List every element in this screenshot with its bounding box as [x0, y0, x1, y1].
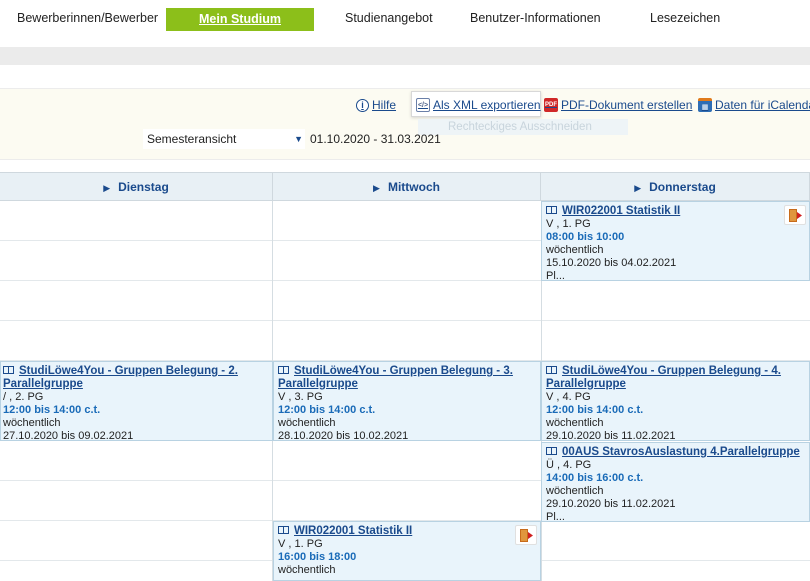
event-daterange: 15.10.2020 bis 04.02.2021 [546, 257, 677, 269]
caret-right-icon: ▶ [103, 183, 111, 193]
event-daterange: 28.10.2020 bis 10.02.2021 [278, 430, 409, 441]
book-icon [546, 365, 557, 374]
event-time: 16:00 bis 18:00 [278, 551, 357, 563]
book-icon [546, 205, 557, 214]
top-navigation: Bewerberinnen/Bewerber Mein Studium Stud… [0, 0, 810, 38]
nav-course-catalog[interactable]: Studienangebot [345, 11, 433, 25]
event-frequency: wöchentlich [3, 417, 61, 429]
help-link[interactable]: i Hilfe [356, 98, 396, 112]
day-header-wednesday[interactable]: ▶ Mittwoch [273, 172, 541, 201]
event-daterange: 27.10.2020 bis 09.02.2021 [3, 430, 134, 441]
event-type: V , 3. PG [278, 391, 323, 403]
event-frequency: wöchentlich [546, 417, 604, 429]
day-header-tuesday[interactable]: ▶ Dienstag [0, 172, 273, 201]
xml-export-label: Als XML exportieren [433, 98, 541, 112]
event-frequency: wöchentlich [278, 417, 336, 429]
event-frequency: wöchentlich [546, 485, 604, 497]
ical-export-label: Daten für iCalenda [715, 98, 810, 112]
xml-export-link[interactable]: </> Als XML exportieren [416, 98, 541, 112]
exit-door-icon[interactable] [515, 525, 537, 545]
book-icon [3, 365, 14, 374]
caret-right-icon: ▶ [634, 183, 642, 193]
event-title-link[interactable]: StudiLöwe4You - Gruppen Belegung - 3. Pa… [278, 365, 537, 391]
semester-daterange: 01.10.2020 - 31.03.2021 [310, 132, 441, 146]
event-title-link[interactable]: 00AUS StavrosAuslastung 4.Parallelgruppe [546, 446, 806, 459]
snip-tooltip: Rechteckiges Ausschneiden [418, 119, 628, 135]
pdf-icon: PDF [544, 98, 558, 112]
event-card: 00AUS StavrosAuslastung 4.Parallelgruppe… [541, 442, 810, 522]
help-label: Hilfe [372, 98, 397, 112]
hour-line [0, 320, 810, 321]
event-daterange: 29.10.2020 bis 11.02.2021 [546, 498, 676, 510]
event-card: StudiLöwe4You - Gruppen Belegung - 2. Pa… [0, 361, 273, 441]
event-type: V , 1. PG [546, 218, 591, 230]
event-time: 12:00 bis 14:00 c.t. [546, 404, 644, 416]
event-extra: Pl... [546, 270, 565, 281]
event-title-link[interactable]: StudiLöwe4You - Gruppen Belegung - 2. Pa… [3, 365, 269, 391]
book-icon [278, 525, 289, 534]
event-card: StudiLöwe4You - Gruppen Belegung - 4. Pa… [541, 361, 810, 441]
schedule-grid: ▶ Dienstag ▶ Mittwoch ▶ Donnerstag WIR02200… [0, 172, 810, 581]
pdf-export-link[interactable]: PDF PDF-Dokument erstellen [544, 98, 692, 112]
event-type: Ü , 4. PG [546, 459, 592, 471]
event-frequency: wöchentlich [546, 244, 604, 256]
exit-door-icon[interactable] [784, 205, 806, 225]
event-extra: Pl... [546, 511, 565, 522]
chevron-down-icon: ▼ [294, 134, 303, 144]
event-type: V , 1. PG [278, 538, 323, 550]
event-daterange: 29.10.2020 bis 11.02.2021 [546, 430, 676, 441]
event-frequency: wöchentlich [278, 564, 336, 576]
event-card: StudiLöwe4You - Gruppen Belegung - 3. Pa… [273, 361, 541, 441]
info-icon: i [356, 98, 369, 112]
event-card: WIR022001 Statistik II V , 1. PG 16:00 b… [273, 521, 541, 581]
event-type: / , 2. PG [3, 391, 44, 403]
event-time: 12:00 bis 14:00 c.t. [3, 404, 101, 416]
pdf-export-label: PDF-Dokument erstellen [561, 98, 693, 112]
nav-user-info[interactable]: Benutzer-Informationen [470, 11, 601, 25]
event-card: WIR022001 Statistik II V , 1. PG 08:00 b… [541, 201, 810, 281]
event-time: 14:00 bis 16:00 c.t. [546, 472, 644, 484]
event-type: V , 4. PG [546, 391, 591, 403]
sub-navigation-bar [0, 47, 810, 65]
nav-applicants[interactable]: Bewerberinnen/Bewerber [17, 11, 158, 25]
xml-icon: </> [416, 98, 430, 112]
nav-my-studies[interactable]: Mein Studium [166, 8, 314, 31]
event-time: 08:00 bis 10:00 [546, 231, 625, 243]
view-select[interactable]: Semesteransicht ▼ [143, 129, 305, 149]
calendar-icon: ▦ [698, 98, 712, 112]
book-icon [546, 446, 557, 455]
nav-bookmarks[interactable]: Lesezeichen [650, 11, 720, 25]
ical-export-link[interactable]: ▦ Daten für iCalenda [698, 98, 810, 112]
view-select-value: Semesteransicht [147, 132, 237, 146]
caret-right-icon: ▶ [373, 183, 380, 193]
event-time: 12:00 bis 14:00 c.t. [278, 404, 376, 416]
book-icon [278, 365, 289, 374]
event-title-link[interactable]: WIR022001 Statistik II [546, 205, 806, 218]
event-title-link[interactable]: StudiLöwe4You - Gruppen Belegung - 4. Pa… [546, 365, 806, 391]
event-title-link[interactable]: WIR022001 Statistik II [278, 525, 537, 538]
day-header-thursday[interactable]: ▶ Donnerstag [541, 172, 810, 201]
